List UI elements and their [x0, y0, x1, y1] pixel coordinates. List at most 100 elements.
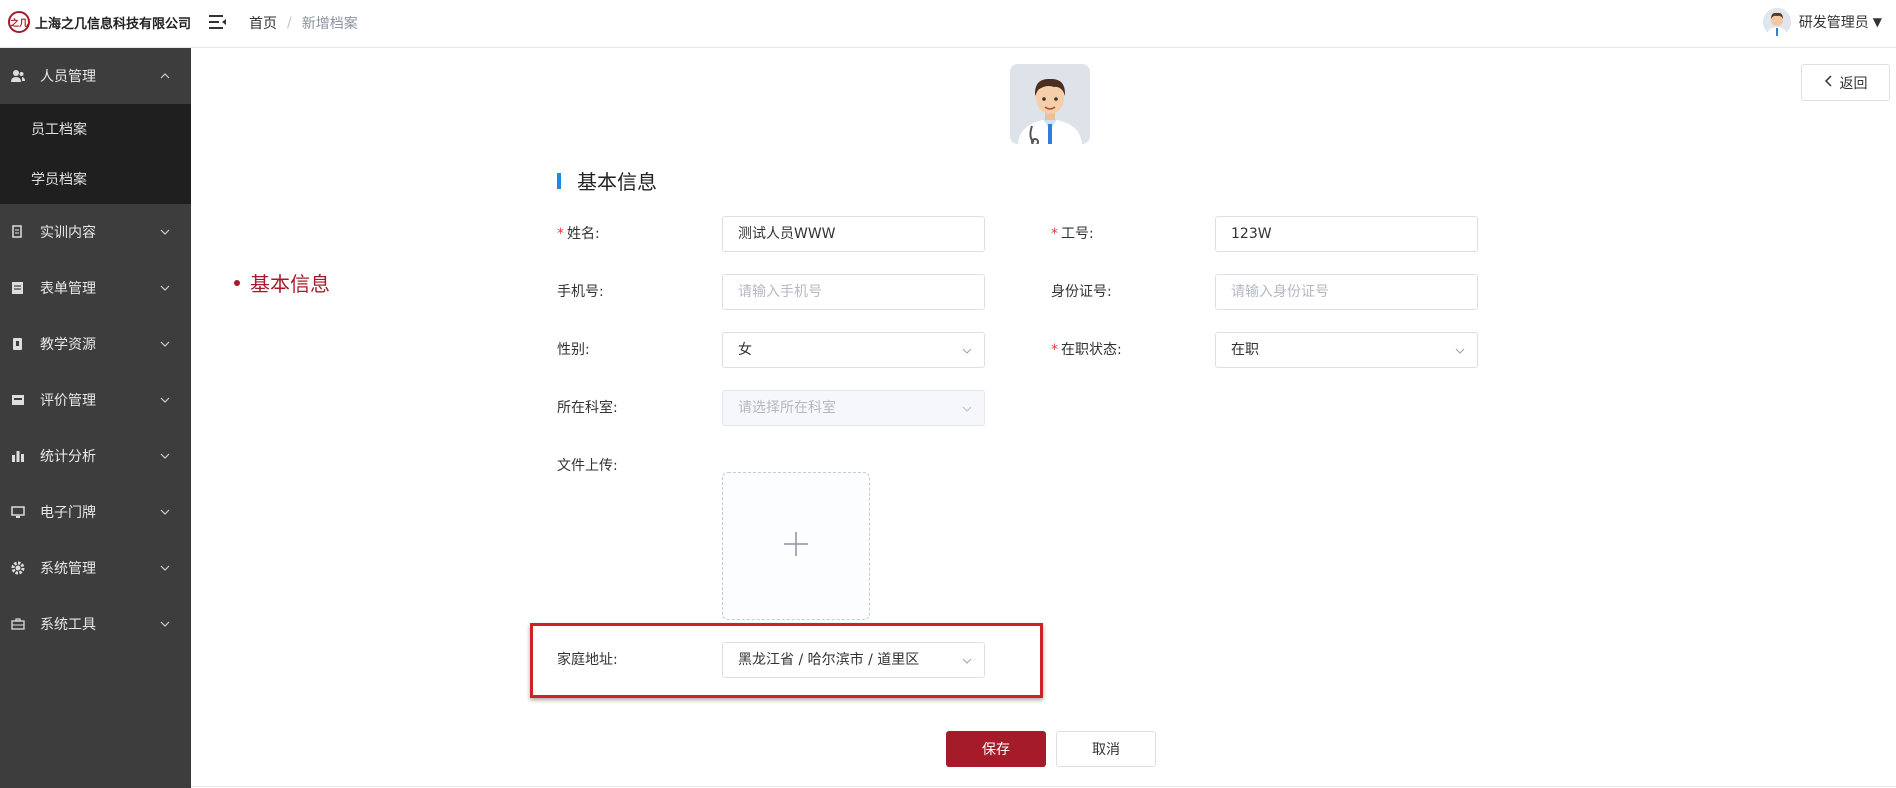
sidebar-item-system-management[interactable]: 系统管理: [0, 540, 191, 596]
plus-icon: [782, 530, 810, 562]
anchor-label: 基本信息: [250, 272, 330, 296]
chevron-down-icon: [962, 406, 972, 412]
breadcrumb-current: 新增档案: [301, 16, 358, 32]
sidebar-submenu: 员工档案 学员档案: [0, 104, 191, 204]
sidebar-item-system-tools[interactable]: 系统工具: [0, 596, 191, 652]
breadcrumb-home[interactable]: 首页: [249, 13, 277, 33]
caret-down-icon: ▼: [1872, 15, 1882, 29]
employment-status-select[interactable]: 在职: [1215, 332, 1478, 368]
gender-select-value: 女: [738, 342, 752, 358]
sidebar-item-label: 表单管理: [40, 281, 96, 297]
file-upload-area[interactable]: [722, 472, 870, 620]
profile-avatar[interactable]: [1010, 64, 1090, 144]
sidebar-item-evaluation[interactable]: 评价管理: [0, 372, 191, 428]
employment-status-value: 在职: [1231, 342, 1259, 358]
id-card-input[interactable]: 请输入身份证号: [1215, 274, 1478, 310]
sidebar-subitem-staff-archive[interactable]: 员工档案: [0, 104, 191, 154]
sidebar-subitem-student-archive[interactable]: 学员档案: [0, 154, 191, 204]
cancel-button[interactable]: 取消: [1056, 731, 1156, 767]
avatar: [1762, 8, 1791, 36]
section-title: 基本信息: [557, 166, 657, 195]
chevron-down-icon: [962, 348, 972, 354]
sidebar-item-label: 系统管理: [40, 561, 96, 577]
sidebar-item-statistics[interactable]: 统计分析: [0, 428, 191, 484]
name-input[interactable]: 测试人员WWW: [722, 216, 985, 252]
sidebar-item-label: 统计分析: [40, 449, 96, 465]
sidebar: 人员管理 员工档案 学员档案 实训内容 表单管理 教学资源 评价管理 统计分析 …: [0, 48, 191, 788]
address-cascader[interactable]: 黑龙江省 / 哈尔滨市 / 道里区: [722, 642, 985, 678]
chevron-down-icon: [160, 621, 170, 627]
toolbox-icon: [10, 616, 26, 632]
sidebar-item-training[interactable]: 实训内容: [0, 204, 191, 260]
chevron-down-icon: [962, 658, 972, 664]
department-label: 所在科室:: [557, 400, 618, 416]
chevron-up-icon: [160, 73, 170, 79]
top-header: 之几 上海之几信息科技有限公司 首页 / 新增档案 研发管理员 ▼: [0, 0, 1896, 48]
breadcrumb-separator: /: [287, 15, 292, 31]
menu-toggle-icon[interactable]: [207, 12, 227, 32]
sidebar-item-personnel[interactable]: 人员管理: [0, 48, 191, 104]
job-number-label: * 工号:: [1051, 216, 1094, 252]
name-label: * 姓名:: [557, 216, 600, 252]
chevron-down-icon: [160, 341, 170, 347]
required-mark: *: [557, 226, 564, 242]
file-upload-label: 文件上传:: [557, 458, 618, 474]
chevron-down-icon: [160, 285, 170, 291]
sidebar-item-label: 系统工具: [40, 617, 96, 633]
required-mark: *: [1051, 226, 1058, 242]
employment-status-label-text: 在职状态:: [1061, 342, 1122, 358]
gender-select[interactable]: 女: [722, 332, 985, 368]
breadcrumb: 首页 / 新增档案: [249, 13, 358, 33]
company-logo: 之几 上海之几信息科技有限公司: [8, 11, 191, 33]
address-cascader-value: 黑龙江省 / 哈尔滨市 / 道里区: [738, 652, 920, 668]
sidebar-item-teaching-resources[interactable]: 教学资源: [0, 316, 191, 372]
sidebar-item-door-signs[interactable]: 电子门牌: [0, 484, 191, 540]
chevron-down-icon: [160, 509, 170, 515]
id-card-label: 身份证号:: [1051, 284, 1112, 300]
employment-status-label: * 在职状态:: [1051, 332, 1122, 368]
user-name: 研发管理员: [1798, 15, 1869, 31]
main-content: [191, 48, 1896, 788]
name-label-text: 姓名:: [567, 226, 600, 242]
resource-icon: [10, 336, 26, 352]
gear-icon: [10, 560, 26, 576]
logo-badge: 之几: [8, 11, 30, 33]
sidebar-item-label: 教学资源: [40, 337, 96, 353]
company-name: 上海之几信息科技有限公司: [35, 16, 192, 32]
sidebar-item-label: 实训内容: [40, 225, 96, 241]
chevron-down-icon: [160, 397, 170, 403]
section-title-text: 基本信息: [577, 170, 657, 194]
anchor-dot: [234, 279, 240, 286]
users-icon: [10, 68, 26, 84]
gender-label: 性别:: [557, 342, 590, 358]
back-button-label: 返回: [1839, 75, 1868, 92]
job-number-input[interactable]: 123W: [1215, 216, 1478, 252]
sidebar-item-label: 评价管理: [40, 393, 96, 409]
back-button[interactable]: 返回: [1801, 64, 1890, 101]
form-icon: [10, 280, 26, 296]
document-icon: [10, 224, 26, 240]
evaluate-icon: [10, 392, 26, 408]
bar-chart-icon: [10, 448, 26, 464]
section-title-bar: [557, 172, 561, 189]
department-select: 请选择所在科室: [722, 390, 985, 426]
monitor-icon: [10, 504, 26, 520]
phone-input[interactable]: 请输入手机号: [722, 274, 985, 310]
chevron-down-icon: [160, 453, 170, 459]
sidebar-item-forms[interactable]: 表单管理: [0, 260, 191, 316]
chevron-down-icon: [160, 565, 170, 571]
anchor-basic-info[interactable]: 基本信息: [234, 268, 330, 297]
sidebar-item-label: 人员管理: [40, 69, 96, 85]
address-label: 家庭地址:: [557, 652, 618, 668]
phone-label: 手机号:: [557, 284, 604, 300]
sidebar-item-label: 电子门牌: [40, 505, 96, 521]
user-menu[interactable]: 研发管理员 ▼: [1762, 8, 1882, 36]
chevron-left-icon: [1824, 74, 1834, 91]
job-number-label-text: 工号:: [1061, 226, 1094, 242]
chevron-down-icon: [160, 229, 170, 235]
department-select-placeholder: 请选择所在科室: [738, 400, 836, 416]
chevron-down-icon: [1455, 348, 1465, 354]
divider: [191, 786, 1896, 787]
save-button[interactable]: 保存: [946, 731, 1046, 767]
required-mark: *: [1051, 342, 1058, 358]
